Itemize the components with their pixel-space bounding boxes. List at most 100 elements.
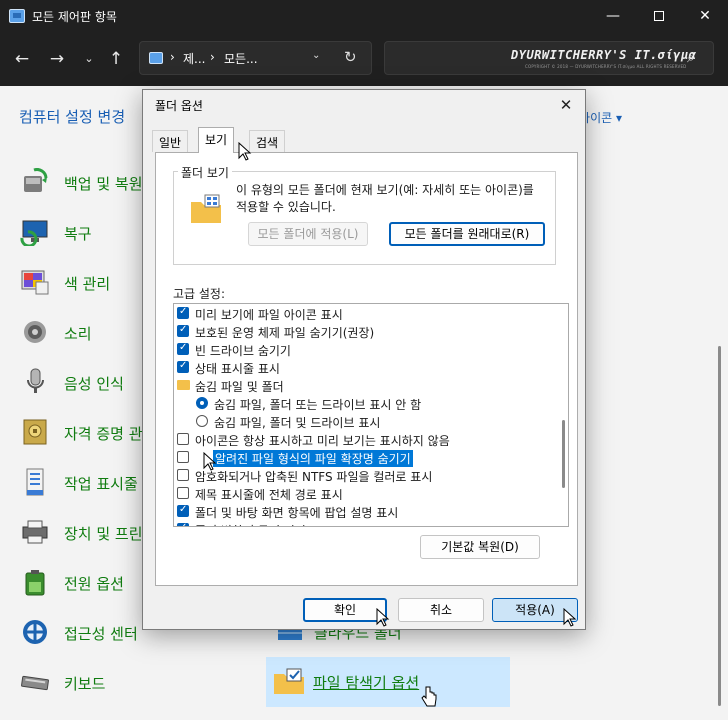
breadcrumb-all-items[interactable]: 모든... [224, 50, 258, 67]
maximize-button[interactable] [636, 0, 682, 32]
control-panel-small-icon [149, 52, 163, 64]
advanced-option-label: 알려진 파일 형식의 파일 확장명 숨기기 [213, 450, 413, 467]
advanced-option-label: 상태 표시줄 표시 [195, 362, 280, 376]
advanced-option-label: 숨김 파일, 폴더 및 드라이브 표시 [214, 416, 381, 430]
folder-view-group: 폴더 보기 이 유형의 모든 폴더에 현재 보기(예: 자세히 또는 아이콘)를… [173, 164, 556, 265]
advanced-option-row[interactable]: 빈 드라이브 숨기기 [174, 341, 554, 359]
address-bar[interactable]: › 제... › 모든... ⌄ ↻ [139, 41, 372, 75]
tab-search[interactable]: 검색 [249, 130, 286, 152]
taskbar-icon [26, 468, 44, 496]
checkbox-unchecked-icon[interactable] [177, 487, 189, 499]
recovery-icon [20, 220, 48, 246]
maximize-icon [654, 11, 664, 21]
tab-view[interactable]: 보기 [198, 127, 235, 153]
cp-item-label: 소리 [64, 325, 92, 343]
checkbox-unchecked-icon[interactable] [177, 469, 189, 481]
cp-item-label: 복구 [64, 225, 92, 243]
cp-item-label: 키보드 [64, 675, 106, 693]
cancel-button[interactable]: 취소 [398, 598, 484, 622]
reset-folders-button[interactable]: 모든 폴더를 원래대로(R) [389, 222, 545, 246]
refresh-icon[interactable]: ↻ [344, 48, 357, 66]
search-icon[interactable]: ⌕ [687, 50, 695, 66]
radio-selected-icon[interactable] [196, 397, 208, 409]
minimize-button[interactable]: — [590, 0, 636, 32]
breadcrumb-separator: › [210, 50, 215, 64]
checkbox-checked-icon[interactable] [177, 306, 189, 319]
cp-item-label: 음성 인식 [64, 375, 124, 393]
radio-unselected-icon[interactable] [196, 415, 208, 427]
vertical-scrollbar[interactable] [718, 346, 721, 706]
address-dropdown-icon[interactable]: ⌄ [312, 50, 320, 61]
pointer-cursor-icon [238, 142, 252, 161]
accessibility-icon [23, 620, 47, 644]
cp-item-label: 파일 탐색기 옵션 [313, 674, 420, 692]
forward-button[interactable]: → [44, 46, 70, 72]
advanced-option-row[interactable]: 폴더 병합 충돌 숨기기 [174, 521, 554, 526]
advanced-option-label: 숨김 파일 및 폴더 [195, 380, 284, 394]
advanced-option-row[interactable]: 아이콘은 항상 표시하고 미리 보기는 표시하지 않음 [174, 431, 554, 449]
advanced-option-label: 암호화되거나 압축된 NTFS 파일을 컬러로 표시 [195, 470, 433, 484]
folder-view-description: 이 유형의 모든 폴더에 현재 보기(예: 자세히 또는 아이콘)를 적용할 수… [236, 183, 534, 214]
advanced-option-row[interactable]: 숨김 파일, 폴더 또는 드라이브 표시 안 함 [174, 395, 554, 413]
navigation-bar: ← → ⌄ ↑ › 제... › 모든... ⌄ ↻ DYURWITCHERRY… [0, 32, 728, 86]
folder-view-icon [191, 194, 221, 223]
advanced-option-label: 아이콘은 항상 표시하고 미리 보기는 표시하지 않음 [195, 434, 450, 448]
cp-item-file-explorer-options[interactable]: 파일 탐색기 옵션 [266, 657, 510, 707]
backup-icon [24, 168, 48, 192]
checkbox-checked-icon[interactable] [177, 342, 189, 355]
advanced-option-label: 보호된 운영 체제 파일 숨기기(권장) [195, 326, 375, 340]
advanced-option-row[interactable]: 제목 표시줄에 전체 경로 표시 [174, 485, 554, 503]
advanced-settings-label: 고급 설정: [173, 287, 226, 301]
advanced-option-label: 폴더 병합 충돌 숨기기 [195, 522, 306, 526]
restore-defaults-button[interactable]: 기본값 복원(D) [420, 535, 540, 559]
advanced-option-row[interactable]: 미리 보기에 파일 아이콘 표시 [174, 305, 554, 323]
advanced-option-label: 숨김 파일, 폴더 또는 드라이브 표시 안 함 [214, 398, 422, 412]
window-title: 모든 제어판 항목 [32, 10, 117, 24]
keyboard-icon [21, 675, 49, 691]
recent-locations-chevron-icon[interactable]: ⌄ [76, 46, 102, 72]
checkbox-unchecked-icon[interactable] [177, 451, 189, 463]
advanced-option-row[interactable]: 상태 표시줄 표시 [174, 359, 554, 377]
advanced-settings-scrollbar[interactable] [562, 420, 565, 488]
checkbox-checked-icon[interactable] [177, 360, 189, 373]
advanced-option-label: 폴더 및 바탕 화면 항목에 팝업 설명 표시 [195, 506, 399, 520]
printer-icon [22, 520, 48, 544]
breadcrumb-separator: › [170, 50, 175, 64]
advanced-option-row[interactable]: 숨김 파일 및 폴더 [174, 377, 554, 395]
cp-item-label: 작업 표시줄 [64, 475, 138, 493]
advanced-option-row[interactable]: 알려진 파일 형식의 파일 확장명 숨기기 [174, 449, 554, 467]
cp-item-label: 전원 옵션 [64, 575, 124, 593]
advanced-option-row[interactable]: 보호된 운영 체제 파일 숨기기(권장) [174, 323, 554, 341]
advanced-option-row[interactable]: 암호화되거나 압축된 NTFS 파일을 컬러로 표시 [174, 467, 554, 485]
search-box[interactable]: DYURWITCHERRY'S IT.σίγμα COPYRIGHT © 201… [384, 41, 714, 75]
folder-icon [177, 380, 190, 390]
advanced-option-label: 제목 표시줄에 전체 경로 표시 [195, 488, 343, 502]
checkbox-checked-icon[interactable] [177, 324, 189, 337]
sound-icon [24, 321, 46, 343]
ok-button[interactable]: 확인 [303, 598, 387, 622]
advanced-option-label: 미리 보기에 파일 아이콘 표시 [195, 308, 343, 322]
cp-item-keyboard[interactable]: 키보드 [0, 662, 260, 702]
color-management-icon [21, 270, 49, 295]
checkbox-unchecked-icon[interactable] [177, 433, 189, 445]
tab-general[interactable]: 일반 [152, 130, 189, 152]
microphone-icon [27, 368, 44, 393]
advanced-option-row[interactable]: 숨김 파일, 폴더 및 드라이브 표시 [174, 413, 554, 431]
apply-to-folders-button[interactable]: 모든 폴더에 적용(L) [248, 222, 368, 246]
up-button[interactable]: ↑ [103, 46, 129, 72]
back-button[interactable]: ← [9, 46, 35, 72]
dialog-title: 폴더 옵션 [155, 99, 203, 113]
dialog-close-button[interactable]: ✕ [551, 92, 581, 118]
advanced-settings-list[interactable]: 미리 보기에 파일 아이콘 표시보호된 운영 체제 파일 숨기기(권장) 빈 드라… [173, 303, 569, 527]
folder-options-dialog: 폴더 옵션 ✕ 일반 보기 검색 폴더 보기 이 유형의 모든 폴더에 현재 보… [142, 89, 586, 630]
checkbox-checked-icon[interactable] [177, 504, 189, 517]
cp-item-label: 색 관리 [64, 275, 111, 293]
window-titlebar: 모든 제어판 항목 — ✕ [0, 0, 728, 32]
close-button[interactable]: ✕ [682, 0, 728, 32]
advanced-option-row[interactable]: 폴더 및 바탕 화면 항목에 팝업 설명 표시 [174, 503, 554, 521]
pointer-cursor-icon [203, 452, 217, 471]
checkbox-checked-icon[interactable] [177, 522, 189, 526]
search-box-text: DYURWITCHERRY'S IT.σίγμα [511, 48, 697, 62]
breadcrumb-control-panel[interactable]: 제... [183, 50, 205, 67]
pointer-cursor-icon [376, 608, 390, 627]
